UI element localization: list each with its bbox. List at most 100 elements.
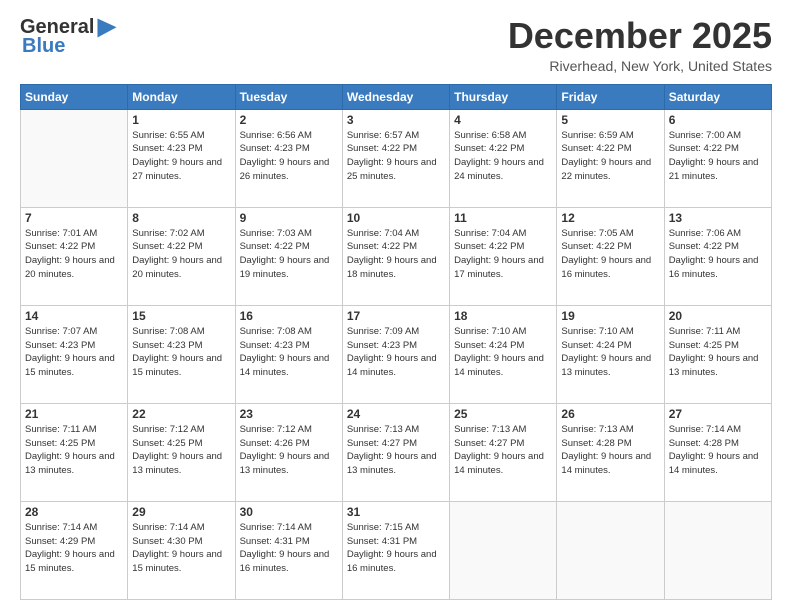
table-row: 30 Sunrise: 7:14 AM Sunset: 4:31 PM Dayl… xyxy=(235,501,342,599)
table-row: 6 Sunrise: 7:00 AM Sunset: 4:22 PM Dayli… xyxy=(664,109,771,207)
daylight-text: Daylight: 9 hours and 14 minutes. xyxy=(669,451,759,476)
sunset-text: Sunset: 4:23 PM xyxy=(132,143,202,154)
sunset-text: Sunset: 4:22 PM xyxy=(561,241,631,252)
table-row: 22 Sunrise: 7:12 AM Sunset: 4:25 PM Dayl… xyxy=(128,403,235,501)
sunrise-text: Sunrise: 7:12 AM xyxy=(132,424,204,435)
sunrise-text: Sunrise: 7:08 AM xyxy=(132,326,204,337)
location: Riverhead, New York, United States xyxy=(508,58,772,74)
day-number: 5 xyxy=(561,113,659,127)
table-row: 28 Sunrise: 7:14 AM Sunset: 4:29 PM Dayl… xyxy=(21,501,128,599)
sunrise-text: Sunrise: 7:13 AM xyxy=(347,424,419,435)
day-info: Sunrise: 7:04 AM Sunset: 4:22 PM Dayligh… xyxy=(347,227,445,282)
table-row: 20 Sunrise: 7:11 AM Sunset: 4:25 PM Dayl… xyxy=(664,305,771,403)
sunrise-text: Sunrise: 7:14 AM xyxy=(240,522,312,533)
day-info: Sunrise: 6:58 AM Sunset: 4:22 PM Dayligh… xyxy=(454,129,552,184)
day-info: Sunrise: 7:11 AM Sunset: 4:25 PM Dayligh… xyxy=(669,325,767,380)
logo: General Blue xyxy=(20,16,118,58)
sunset-text: Sunset: 4:22 PM xyxy=(669,143,739,154)
day-info: Sunrise: 7:14 AM Sunset: 4:29 PM Dayligh… xyxy=(25,521,123,576)
day-number: 26 xyxy=(561,407,659,421)
sunset-text: Sunset: 4:25 PM xyxy=(25,438,95,449)
table-row: 23 Sunrise: 7:12 AM Sunset: 4:26 PM Dayl… xyxy=(235,403,342,501)
table-row: 14 Sunrise: 7:07 AM Sunset: 4:23 PM Dayl… xyxy=(21,305,128,403)
sunset-text: Sunset: 4:31 PM xyxy=(240,536,310,547)
sunrise-text: Sunrise: 7:06 AM xyxy=(669,228,741,239)
sunset-text: Sunset: 4:28 PM xyxy=(561,438,631,449)
calendar-week-row: 21 Sunrise: 7:11 AM Sunset: 4:25 PM Dayl… xyxy=(21,403,772,501)
table-row: 15 Sunrise: 7:08 AM Sunset: 4:23 PM Dayl… xyxy=(128,305,235,403)
sunset-text: Sunset: 4:28 PM xyxy=(669,438,739,449)
day-number: 28 xyxy=(25,505,123,519)
day-info: Sunrise: 7:02 AM Sunset: 4:22 PM Dayligh… xyxy=(132,227,230,282)
table-row: 25 Sunrise: 7:13 AM Sunset: 4:27 PM Dayl… xyxy=(450,403,557,501)
day-number: 14 xyxy=(25,309,123,323)
sunset-text: Sunset: 4:25 PM xyxy=(669,340,739,351)
day-number: 12 xyxy=(561,211,659,225)
day-info: Sunrise: 6:57 AM Sunset: 4:22 PM Dayligh… xyxy=(347,129,445,184)
daylight-text: Daylight: 9 hours and 25 minutes. xyxy=(347,157,437,182)
table-row: 31 Sunrise: 7:15 AM Sunset: 4:31 PM Dayl… xyxy=(342,501,449,599)
calendar-week-row: 28 Sunrise: 7:14 AM Sunset: 4:29 PM Dayl… xyxy=(21,501,772,599)
day-info: Sunrise: 7:06 AM Sunset: 4:22 PM Dayligh… xyxy=(669,227,767,282)
daylight-text: Daylight: 9 hours and 24 minutes. xyxy=(454,157,544,182)
table-row xyxy=(450,501,557,599)
daylight-text: Daylight: 9 hours and 22 minutes. xyxy=(561,157,651,182)
sunset-text: Sunset: 4:30 PM xyxy=(132,536,202,547)
sunset-text: Sunset: 4:22 PM xyxy=(454,241,524,252)
day-number: 30 xyxy=(240,505,338,519)
table-row xyxy=(21,109,128,207)
daylight-text: Daylight: 9 hours and 19 minutes. xyxy=(240,255,330,280)
month-title: December 2025 xyxy=(508,16,772,56)
sunset-text: Sunset: 4:26 PM xyxy=(240,438,310,449)
day-info: Sunrise: 7:13 AM Sunset: 4:27 PM Dayligh… xyxy=(454,423,552,478)
daylight-text: Daylight: 9 hours and 20 minutes. xyxy=(132,255,222,280)
day-number: 19 xyxy=(561,309,659,323)
sunrise-text: Sunrise: 7:02 AM xyxy=(132,228,204,239)
day-number: 21 xyxy=(25,407,123,421)
sunrise-text: Sunrise: 7:00 AM xyxy=(669,130,741,141)
daylight-text: Daylight: 9 hours and 26 minutes. xyxy=(240,157,330,182)
table-row: 17 Sunrise: 7:09 AM Sunset: 4:23 PM Dayl… xyxy=(342,305,449,403)
day-number: 25 xyxy=(454,407,552,421)
sunset-text: Sunset: 4:27 PM xyxy=(454,438,524,449)
day-info: Sunrise: 7:03 AM Sunset: 4:22 PM Dayligh… xyxy=(240,227,338,282)
logo-blue-text: Blue xyxy=(22,35,65,57)
day-number: 13 xyxy=(669,211,767,225)
table-row: 16 Sunrise: 7:08 AM Sunset: 4:23 PM Dayl… xyxy=(235,305,342,403)
sunrise-text: Sunrise: 7:15 AM xyxy=(347,522,419,533)
day-number: 15 xyxy=(132,309,230,323)
daylight-text: Daylight: 9 hours and 16 minutes. xyxy=(240,549,330,574)
sunset-text: Sunset: 4:22 PM xyxy=(454,143,524,154)
table-row: 18 Sunrise: 7:10 AM Sunset: 4:24 PM Dayl… xyxy=(450,305,557,403)
sunset-text: Sunset: 4:23 PM xyxy=(25,340,95,351)
sunrise-text: Sunrise: 7:03 AM xyxy=(240,228,312,239)
daylight-text: Daylight: 9 hours and 14 minutes. xyxy=(347,353,437,378)
day-number: 29 xyxy=(132,505,230,519)
day-info: Sunrise: 7:13 AM Sunset: 4:28 PM Dayligh… xyxy=(561,423,659,478)
daylight-text: Daylight: 9 hours and 15 minutes. xyxy=(25,549,115,574)
daylight-text: Daylight: 9 hours and 27 minutes. xyxy=(132,157,222,182)
sunrise-text: Sunrise: 6:57 AM xyxy=(347,130,419,141)
sunrise-text: Sunrise: 6:59 AM xyxy=(561,130,633,141)
sunrise-text: Sunrise: 7:09 AM xyxy=(347,326,419,337)
day-number: 22 xyxy=(132,407,230,421)
daylight-text: Daylight: 9 hours and 14 minutes. xyxy=(561,451,651,476)
sunset-text: Sunset: 4:24 PM xyxy=(561,340,631,351)
daylight-text: Daylight: 9 hours and 17 minutes. xyxy=(454,255,544,280)
table-row: 4 Sunrise: 6:58 AM Sunset: 4:22 PM Dayli… xyxy=(450,109,557,207)
sunrise-text: Sunrise: 7:14 AM xyxy=(132,522,204,533)
table-row: 12 Sunrise: 7:05 AM Sunset: 4:22 PM Dayl… xyxy=(557,207,664,305)
daylight-text: Daylight: 9 hours and 15 minutes. xyxy=(25,353,115,378)
calendar: Sunday Monday Tuesday Wednesday Thursday… xyxy=(20,84,772,600)
day-info: Sunrise: 7:11 AM Sunset: 4:25 PM Dayligh… xyxy=(25,423,123,478)
day-info: Sunrise: 6:56 AM Sunset: 4:23 PM Dayligh… xyxy=(240,129,338,184)
daylight-text: Daylight: 9 hours and 21 minutes. xyxy=(669,157,759,182)
day-info: Sunrise: 7:14 AM Sunset: 4:30 PM Dayligh… xyxy=(132,521,230,576)
daylight-text: Daylight: 9 hours and 15 minutes. xyxy=(132,353,222,378)
title-block: December 2025 Riverhead, New York, Unite… xyxy=(508,16,772,74)
weekday-header-row: Sunday Monday Tuesday Wednesday Thursday… xyxy=(21,84,772,109)
page: General Blue December 2025 Riverhead, Ne… xyxy=(0,0,792,612)
day-number: 1 xyxy=(132,113,230,127)
day-info: Sunrise: 7:07 AM Sunset: 4:23 PM Dayligh… xyxy=(25,325,123,380)
day-number: 11 xyxy=(454,211,552,225)
